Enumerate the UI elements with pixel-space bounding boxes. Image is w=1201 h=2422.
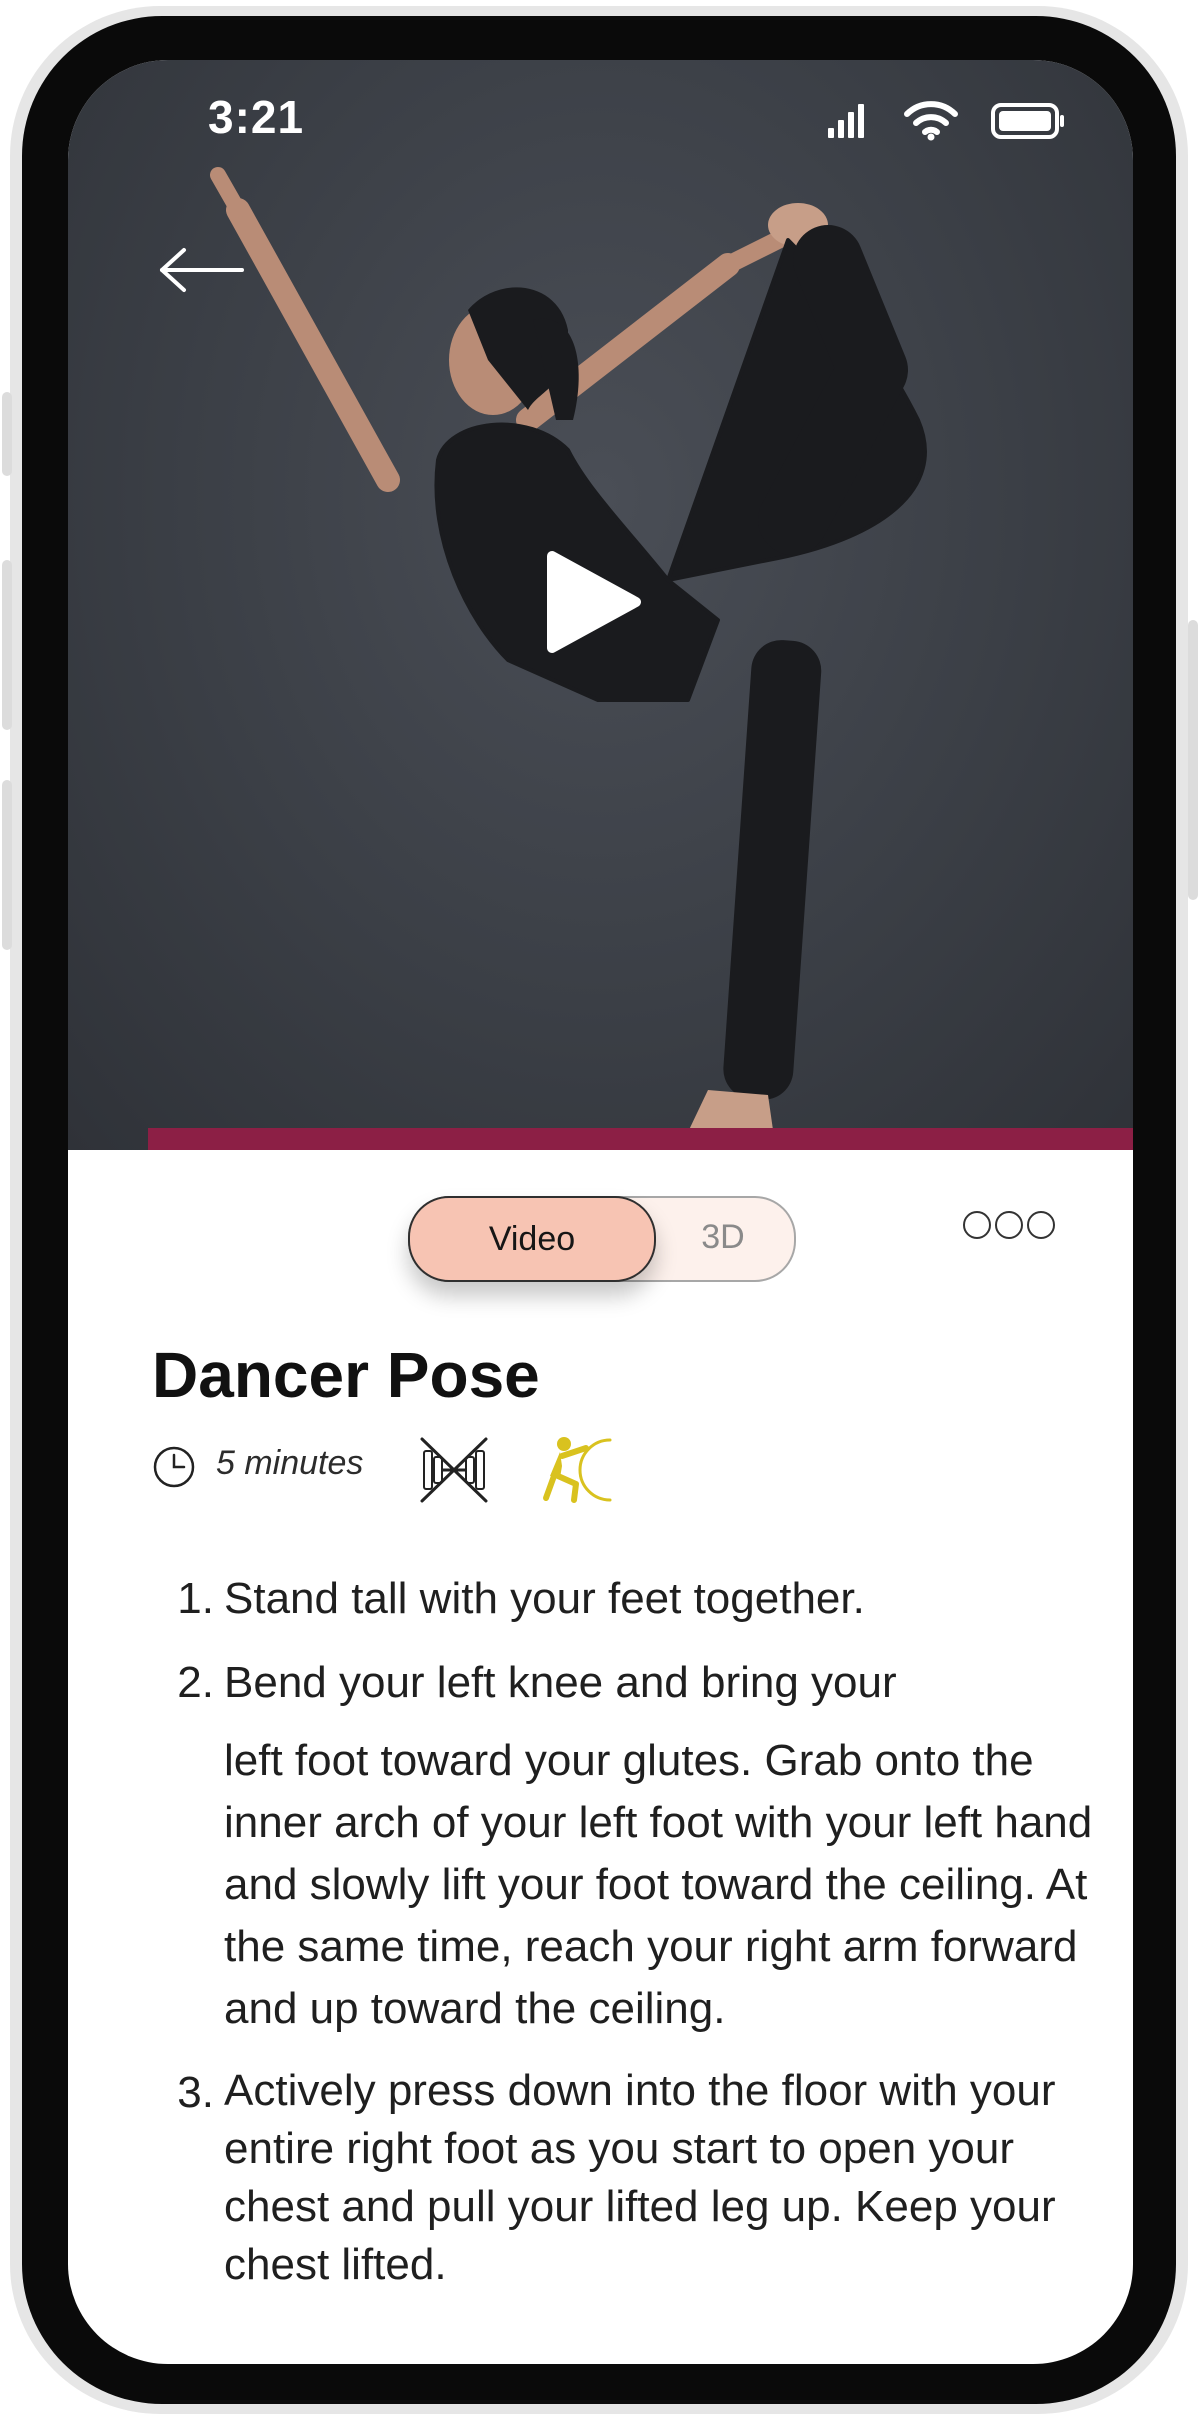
tab-3d[interactable]: 3D: [654, 1196, 792, 1278]
step-text-first-line: Bend your left knee and bring your: [224, 1658, 897, 1707]
instruction-step: 3. Actively press down into the floor wi…: [164, 2062, 1124, 2294]
silent-switch: [2, 392, 12, 476]
stretch-icon: [543, 1437, 612, 1503]
instruction-step: 2. Bend your left knee and bring your le…: [164, 1652, 1124, 2040]
step-number: 2.: [177, 1658, 214, 1707]
duration-text: 5 minutes: [216, 1444, 364, 1482]
status-time: 3:21: [208, 91, 305, 143]
instruction-list: 1. Stand tall with your feet together. 2…: [164, 1568, 1124, 2294]
step-number: 1.: [177, 1574, 214, 1623]
step-number: 3.: [177, 2068, 214, 2117]
yoga-mat: [148, 1128, 1133, 1150]
step-text-continued: left foot toward your glutes. Grab onto …: [224, 1736, 1093, 2033]
screen: 3:21 Video 3D Dancer Pose 5 minutes 1. S…: [68, 60, 1133, 2364]
clock-icon: [153, 1446, 195, 1488]
no-equipment-icon: [420, 1437, 488, 1503]
instruction-step: 1. Stand tall with your feet together.: [164, 1568, 1124, 1630]
volume-up-button: [2, 560, 12, 730]
signal-icon: [828, 104, 864, 138]
volume-down-button: [2, 780, 12, 950]
tab-video[interactable]: Video: [408, 1196, 656, 1282]
play-icon[interactable]: [528, 542, 648, 662]
wifi-icon: [904, 101, 958, 141]
power-button: [1188, 620, 1198, 900]
step-text: Stand tall with your feet together.: [224, 1574, 865, 1623]
exercise-title: Dancer Pose: [152, 1339, 540, 1411]
video-preview[interactable]: 3:21: [68, 60, 1133, 1150]
back-arrow-icon[interactable]: [156, 240, 246, 300]
more-icon[interactable]: [962, 1208, 1056, 1242]
battery-icon: [991, 103, 1064, 139]
step-text: Actively press down into the floor with …: [224, 2066, 1056, 2289]
